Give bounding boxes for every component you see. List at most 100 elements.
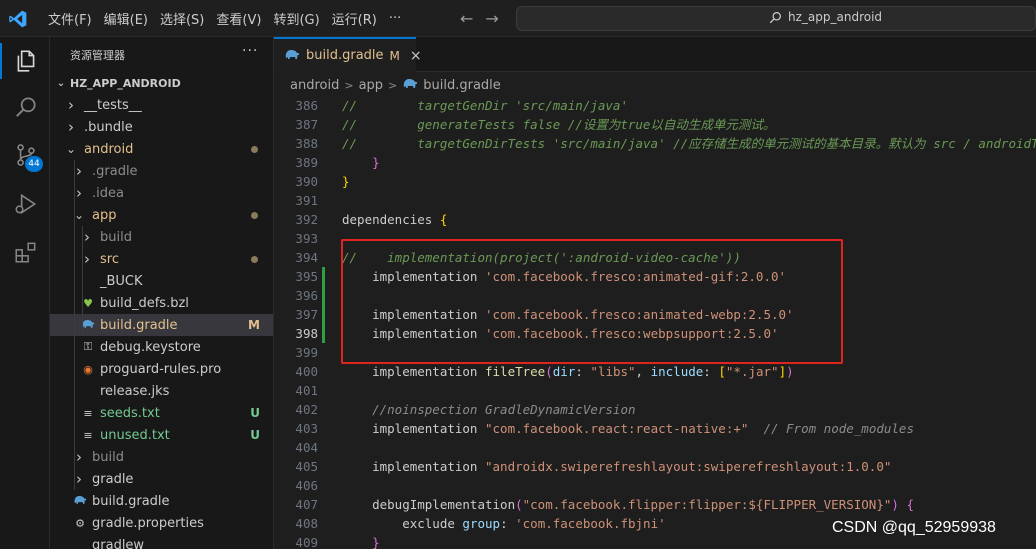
explorer-title: 资源管理器 bbox=[70, 49, 125, 62]
tree-folder[interactable]: › .idea bbox=[50, 182, 273, 204]
code-token: } bbox=[372, 535, 380, 549]
tree-file[interactable]: build.gradle M bbox=[50, 314, 273, 336]
code-line[interactable]: 402 //noinspection GradleDynamicVersion bbox=[274, 400, 1036, 419]
code-line[interactable]: 403 implementation "com.facebook.react:r… bbox=[274, 419, 1036, 438]
tree-folder[interactable]: › build bbox=[50, 446, 273, 468]
line-number: 400 bbox=[295, 364, 318, 379]
code-line[interactable]: 404 bbox=[274, 438, 1036, 457]
code-line[interactable]: 401 bbox=[274, 381, 1036, 400]
code-token: } bbox=[372, 155, 380, 170]
code-token: // From node_modules bbox=[748, 421, 914, 436]
tree-item-label: build bbox=[92, 449, 124, 465]
source-control-badge: 44 bbox=[25, 156, 43, 172]
tree-folder[interactable]: › .bundle bbox=[50, 116, 273, 138]
tree-folder[interactable]: › __tests__ bbox=[50, 94, 273, 116]
tree-item-label: build_defs.bzl bbox=[100, 295, 189, 311]
tree-file[interactable]: ♥ build_defs.bzl bbox=[50, 292, 273, 314]
menu-edit[interactable]: 编辑(E) bbox=[98, 9, 154, 28]
tree-file[interactable]: gradlew bbox=[50, 534, 273, 549]
forward-arrow-icon[interactable]: → bbox=[485, 9, 498, 28]
line-number: 407 bbox=[295, 497, 318, 512]
git-added-gutter-marker bbox=[322, 324, 325, 343]
line-number: 406 bbox=[295, 478, 318, 493]
search-text: hz_app_android bbox=[788, 10, 883, 24]
tree-folder[interactable]: › .gradle bbox=[50, 160, 273, 182]
code-text: implementation fileTree(dir: "libs", inc… bbox=[342, 362, 794, 381]
tree-item-label: build.gradle bbox=[100, 317, 178, 333]
code-line[interactable]: 405 implementation "androidx.swiperefres… bbox=[274, 457, 1036, 476]
text-file-icon: ≡ bbox=[83, 428, 93, 442]
highlight-box bbox=[341, 239, 843, 364]
tree-file[interactable]: _BUCK bbox=[50, 270, 273, 292]
explorer-icon[interactable] bbox=[0, 43, 39, 79]
tree-file[interactable]: release.jks bbox=[50, 380, 273, 402]
command-center-search[interactable]: hz_app_android bbox=[516, 6, 1036, 31]
tab-label: build.gradle bbox=[306, 48, 384, 63]
breadcrumb-separator-icon: > bbox=[344, 78, 354, 92]
watermark: CSDN @qq_52959938 bbox=[832, 519, 996, 536]
menu-go[interactable]: 转到(G) bbox=[267, 9, 325, 28]
breadcrumb-android[interactable]: android bbox=[290, 78, 339, 93]
code-token: : bbox=[500, 516, 516, 531]
code-line[interactable]: 406 bbox=[274, 476, 1036, 495]
git-status-badge: U bbox=[250, 406, 260, 420]
code-line[interactable]: 400 implementation fileTree(dir: "libs",… bbox=[274, 362, 1036, 381]
menu-run[interactable]: 运行(R) bbox=[326, 9, 383, 28]
tree-item-label: .idea bbox=[92, 185, 124, 201]
code-line[interactable]: 387 // generateTests false //设置为true以自动生成… bbox=[274, 115, 1036, 134]
tree-file[interactable]: ◉ proguard-rules.pro bbox=[50, 358, 273, 380]
menu-view[interactable]: 查看(V) bbox=[210, 9, 267, 28]
line-number: 395 bbox=[295, 269, 318, 284]
extensions-icon[interactable] bbox=[13, 239, 39, 265]
gear-icon: ⚙ bbox=[75, 516, 85, 530]
search-view-icon[interactable] bbox=[13, 94, 39, 120]
tree-file[interactable]: ⚿ debug.keystore bbox=[50, 336, 273, 358]
code-line[interactable]: 389 } bbox=[274, 153, 1036, 172]
code-token: "libs" bbox=[590, 364, 636, 379]
explorer-more-button[interactable]: ··· bbox=[242, 43, 258, 59]
code-line[interactable]: 390} bbox=[274, 172, 1036, 191]
code-line[interactable]: 407 debugImplementation("com.facebook.fl… bbox=[274, 495, 1036, 514]
explorer-header: 资源管理器 ··· bbox=[50, 37, 273, 72]
back-arrow-icon[interactable]: ← bbox=[460, 9, 473, 28]
tree-item-label: __tests__ bbox=[84, 97, 142, 113]
text-file-icon: ≡ bbox=[83, 406, 93, 420]
git-status-badge: M bbox=[248, 318, 260, 332]
code-text: dependencies { bbox=[342, 210, 447, 229]
code-token: , bbox=[635, 364, 651, 379]
tree-item-label: _BUCK bbox=[100, 273, 143, 289]
tree-item-label: app bbox=[92, 207, 117, 223]
code-token: debugImplementation bbox=[342, 497, 516, 512]
breadcrumb-app[interactable]: app bbox=[359, 78, 383, 93]
code-token: ) bbox=[891, 497, 907, 512]
tree-item-label: .bundle bbox=[84, 119, 133, 135]
code-line[interactable]: 391 bbox=[274, 191, 1036, 210]
line-number: 409 bbox=[295, 535, 318, 549]
tree-folder[interactable]: › build bbox=[50, 226, 273, 248]
code-text: implementation "androidx.swiperefreshlay… bbox=[342, 457, 891, 476]
tree-folder[interactable]: › src bbox=[50, 248, 273, 270]
code-token: // targetGenDir 'src/main/java' bbox=[342, 98, 628, 113]
menu-more[interactable]: ··· bbox=[383, 11, 407, 26]
tree-folder[interactable]: ⌄ android bbox=[50, 138, 273, 160]
line-number: 397 bbox=[295, 307, 318, 322]
navigation-arrows: ← → bbox=[460, 9, 499, 28]
workspace-root[interactable]: ⌄ HZ_APP_ANDROID bbox=[50, 72, 273, 94]
code-line[interactable]: 392 dependencies { bbox=[274, 210, 1036, 229]
menu-file[interactable]: 文件(F) bbox=[42, 9, 98, 28]
source-control-icon[interactable]: 44 bbox=[13, 142, 43, 172]
tree-folder[interactable]: › gradle bbox=[50, 468, 273, 490]
tree-file[interactable]: build.gradle bbox=[50, 490, 273, 512]
tree-file[interactable]: ≡ unused.txt U bbox=[50, 424, 273, 446]
tab-close-icon[interactable]: × bbox=[410, 48, 422, 64]
tree-folder[interactable]: ⌄ app bbox=[50, 204, 273, 226]
tree-file[interactable]: ≡ seeds.txt U bbox=[50, 402, 273, 424]
breadcrumb-file[interactable]: build.gradle bbox=[423, 78, 501, 93]
code-line[interactable]: 386 // targetGenDir 'src/main/java' bbox=[274, 96, 1036, 115]
code-token: ( bbox=[545, 364, 553, 379]
run-debug-icon[interactable] bbox=[13, 191, 39, 217]
tab-build-gradle[interactable]: build.gradle M × bbox=[274, 37, 422, 72]
tree-file[interactable]: ⚙ gradle.properties bbox=[50, 512, 273, 534]
menu-selection[interactable]: 选择(S) bbox=[154, 9, 210, 28]
code-line[interactable]: 388 // targetGenDirTests 'src/main/java' … bbox=[274, 134, 1036, 153]
